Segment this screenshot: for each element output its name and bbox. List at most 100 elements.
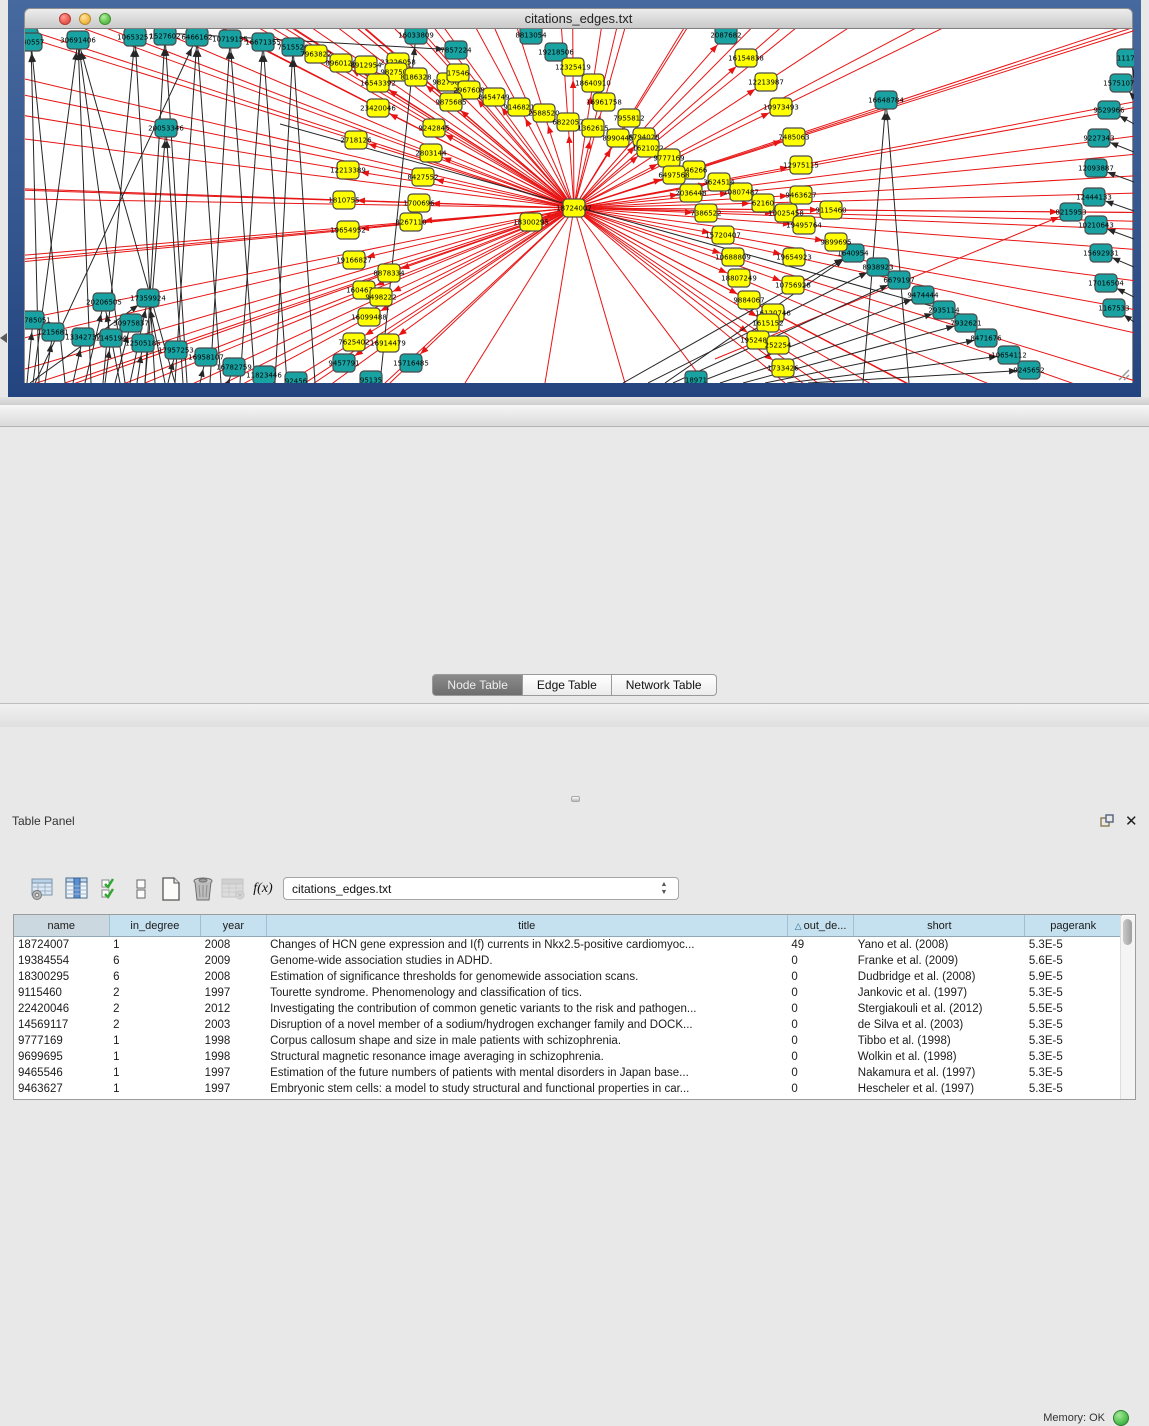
table-cell: 0 [787,969,853,985]
table-cell: Investigating the contribution of common… [266,1001,787,1017]
graph-node-label: 15720407 [705,232,741,240]
table-row[interactable]: 946362711997Embryonic stem cells: a mode… [14,1081,1122,1097]
toggle-columns-button[interactable] [96,874,126,904]
graph-edge [765,338,986,383]
panel-splitter[interactable] [0,397,1149,405]
graph-node-label: 8813054 [515,32,547,40]
window-close-button[interactable] [59,13,71,25]
table-cell: 49 [787,937,853,954]
graph-node-label: 18300295 [513,219,549,227]
table-cell: Dudbridge et al. (2008) [854,969,1025,985]
scrollbar-thumb[interactable] [1123,919,1132,945]
graph-node-label: 9884067 [733,297,764,305]
table-row[interactable]: 1938455462009Genome-wide association stu… [14,953,1122,969]
graph-node-label: 12213987 [748,79,784,87]
graph-node-label: 20206505 [86,299,122,307]
graph-node-label: 30975837 [113,320,149,328]
table-cell: 0 [787,953,853,969]
graph-node-label: 8454749 [478,94,509,102]
table-cell: 1998 [201,1049,266,1065]
graph-node-label: 19654923 [776,254,812,262]
table-cell: 1 [109,937,201,954]
delete-table-button[interactable] [188,874,218,904]
table-cell: 1 [109,1049,201,1065]
table-cell: 5.3E-5 [1025,1017,1122,1033]
table-row[interactable]: 1456911722003Disruption of a novel membe… [14,1017,1122,1033]
function-builder-button[interactable]: f(x) [248,874,278,904]
collapse-panel-arrow-icon[interactable] [0,333,7,343]
network-canvas[interactable]: 1863424055730691406106532571527602646616… [24,29,1133,383]
graph-edge [175,37,197,383]
graph-edge [574,208,705,383]
graph-node-label: 95135 [360,377,382,384]
table-panel-title: Table Panel [12,814,75,828]
table-row[interactable]: 911546021997Tourette syndrome. Phenomeno… [14,985,1122,1001]
column-header-out_de[interactable]: △out_de... [787,915,853,937]
graph-node-label: 1167533 [1098,305,1129,313]
table-row[interactable]: 977716911998Corpus callosum shape and si… [14,1033,1122,1049]
resize-grip-icon[interactable] [1116,367,1130,381]
table-cell: 2 [109,985,201,1001]
table-row[interactable]: 1872400712008Changes of HCN gene express… [14,937,1122,954]
graph-node-label: 18971 [685,377,707,384]
graph-edge [574,208,1134,319]
close-panel-icon[interactable]: ✕ [1125,812,1138,830]
table-cell: Structural magnetic resonance image aver… [266,1049,787,1065]
vertical-scrollbar[interactable] [1120,916,1136,1099]
window-zoom-button[interactable] [99,13,111,25]
table-cell: 22420046 [14,1001,109,1017]
window-minimize-button[interactable] [79,13,91,25]
graph-node-label: 6497568 [658,172,689,180]
table-cell: Franke et al. (2009) [854,953,1025,969]
graph-node-label: 2803144 [415,150,447,158]
graph-node-label: 10973493 [763,104,799,112]
float-panel-icon[interactable] [1100,814,1114,828]
graph-node-label: 23420046 [360,105,396,113]
column-header-name[interactable]: name [14,915,109,937]
table-row[interactable]: 2242004622012Investigating the contribut… [14,1001,1122,1017]
graph-node-label: 16914479 [370,340,406,348]
splitter-handle[interactable] [571,796,580,802]
table-cell: 14569117 [14,1017,109,1033]
table-row[interactable]: 969969511998Structural magnetic resonanc… [14,1049,1122,1065]
table-cell: Changes of HCN gene expression and I(f) … [266,937,787,954]
table-cell: 1997 [201,985,266,1001]
graph-node-label: 1733426 [767,365,799,373]
tab-network-table[interactable]: Network Table [612,674,717,696]
table-source-dropdown[interactable]: citations_edges.txt ▲▼ [283,877,679,900]
column-header-year[interactable]: year [201,915,266,937]
graph-node-label: 8215953 [1055,209,1086,217]
graph-node-label: 7485063 [778,134,809,142]
graph-node-label: 9474444 [907,292,939,300]
table-cell: 2 [109,1001,201,1017]
tab-node-table[interactable]: Node Table [432,674,523,696]
import-table-button-disabled [218,874,248,904]
graph-node-label: 9457791 [328,360,359,368]
table-cell: 5.3E-5 [1025,1065,1122,1081]
table-row[interactable]: 946554611997Estimation of the future num… [14,1065,1122,1081]
graph-node-label: 12444133 [1076,194,1112,202]
graph-window-titlebar[interactable]: citations_edges.txt [24,8,1133,29]
memory-ok-indicator-icon[interactable] [1113,1410,1129,1426]
graph-node-label: 8878334 [373,270,405,278]
table-cell: 5.6E-5 [1025,953,1122,969]
graph-node-label: 9777169 [653,155,684,163]
table-cell: 5.3E-5 [1025,937,1122,954]
graph-node-label: 1362615 [577,125,608,133]
graph-node-label: 16154838 [728,55,764,63]
column-header-in_degree[interactable]: in_degree [109,915,201,937]
graph-node-label: 15716485 [393,360,429,368]
select-column-button[interactable] [62,874,92,904]
column-settings-button[interactable] [28,874,58,904]
table-row[interactable]: 1830029562008Estimation of significance … [14,969,1122,985]
table-cell: 1997 [201,1065,266,1081]
tab-edge-table[interactable]: Edge Table [523,674,612,696]
table-cell: Stergiakouli et al. (2012) [854,1001,1025,1017]
column-header-pagerank[interactable]: pagerank [1025,915,1122,937]
table-cell: Tourette syndrome. Phenomenology and cla… [266,985,787,1001]
graph-node-label: 18807249 [721,275,757,283]
new-table-button[interactable] [156,874,186,904]
column-header-short[interactable]: short [854,915,1025,937]
column-header-title[interactable]: title [266,915,787,937]
row-height-button[interactable] [126,874,156,904]
